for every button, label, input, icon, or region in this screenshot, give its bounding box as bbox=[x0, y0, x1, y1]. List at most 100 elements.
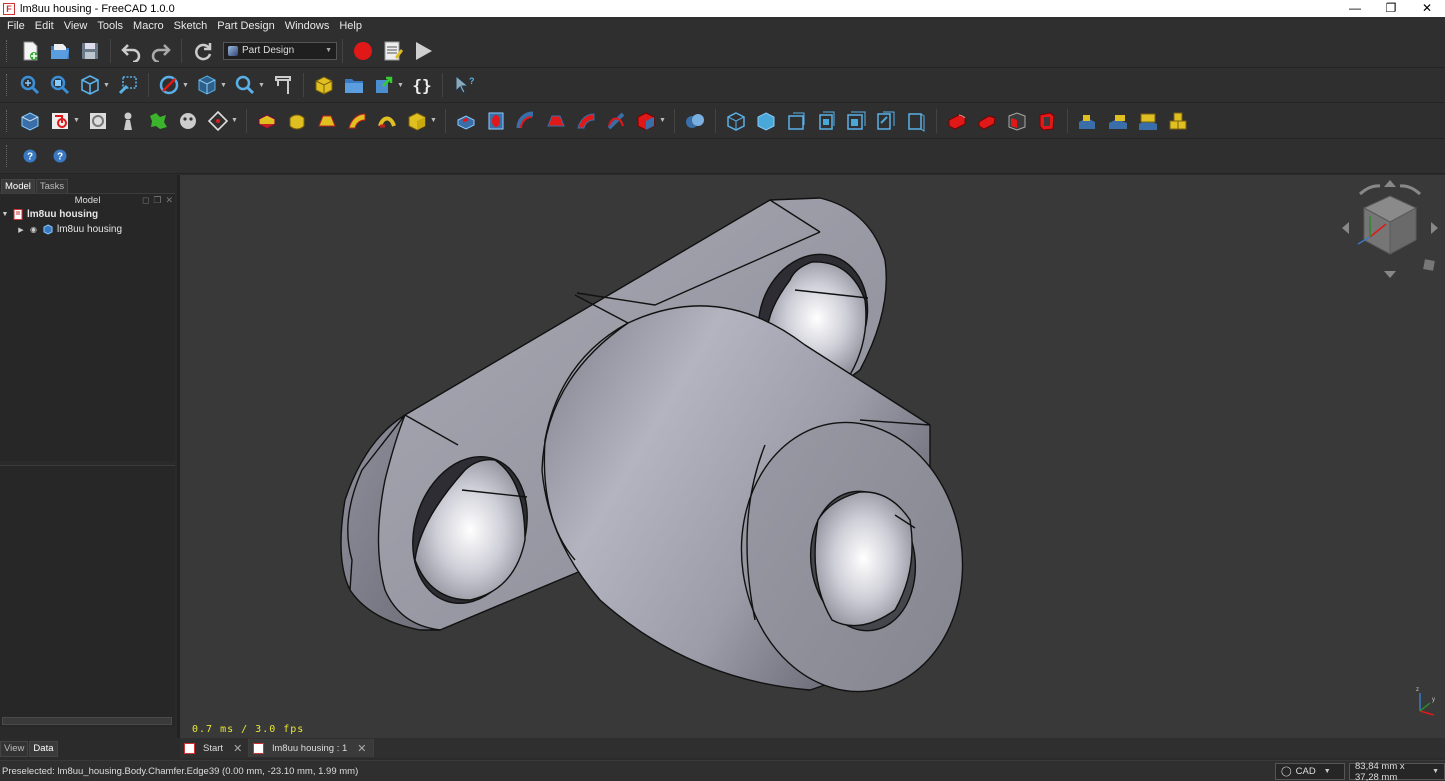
draft-button[interactable] bbox=[1004, 108, 1030, 134]
menu-tools[interactable]: Tools bbox=[92, 20, 128, 32]
zoom-button[interactable] bbox=[232, 72, 258, 98]
std-view-button[interactable] bbox=[156, 72, 182, 98]
expression-button[interactable]: {} bbox=[409, 72, 435, 98]
measure-button[interactable] bbox=[270, 72, 296, 98]
subtractive-loft-button[interactable] bbox=[543, 108, 569, 134]
close-button[interactable]: ✕ bbox=[1409, 0, 1445, 17]
menu-help[interactable]: Help bbox=[334, 20, 367, 32]
view-cube-button[interactable] bbox=[194, 72, 220, 98]
arrow-left-icon[interactable] bbox=[1342, 222, 1349, 234]
navigation-cube[interactable] bbox=[1340, 180, 1440, 280]
menu-part-design[interactable]: Part Design bbox=[212, 20, 279, 32]
sprocket-button[interactable] bbox=[1075, 108, 1101, 134]
toolbar-grip[interactable] bbox=[6, 145, 9, 167]
scaled-button[interactable] bbox=[843, 108, 869, 134]
dock-close-icon[interactable]: ✕ bbox=[165, 195, 173, 206]
sub-shape-binder-button[interactable] bbox=[175, 108, 201, 134]
transform-button[interactable] bbox=[873, 108, 899, 134]
tab-data[interactable]: Data bbox=[29, 741, 58, 757]
chevron-down-icon[interactable]: ▼ bbox=[103, 82, 111, 89]
tab-model[interactable]: Model bbox=[1, 179, 35, 193]
menu-sketch[interactable]: Sketch bbox=[169, 20, 213, 32]
restore-button[interactable]: ❐ bbox=[1373, 0, 1409, 17]
save-document-button[interactable] bbox=[77, 38, 103, 64]
fit-all-button[interactable] bbox=[17, 72, 43, 98]
about-button[interactable]: ? bbox=[47, 143, 73, 169]
create-group-button[interactable] bbox=[341, 72, 367, 98]
chevron-down-icon[interactable]: ▼ bbox=[231, 117, 239, 124]
chevron-down-icon[interactable]: ▼ bbox=[73, 117, 81, 124]
subtractive-helix-button[interactable] bbox=[603, 108, 629, 134]
fit-selection-button[interactable] bbox=[47, 72, 73, 98]
additive-primitive-button[interactable] bbox=[404, 108, 430, 134]
datum-plane-button[interactable] bbox=[205, 108, 231, 134]
boolean-button[interactable] bbox=[682, 108, 708, 134]
arrow-up-icon[interactable] bbox=[1384, 180, 1396, 187]
chevron-down-icon[interactable]: ▼ bbox=[659, 117, 667, 124]
new-document-button[interactable] bbox=[17, 38, 43, 64]
close-icon[interactable]: ✕ bbox=[357, 742, 366, 755]
whats-this-button[interactable]: ? bbox=[450, 72, 476, 98]
doc-tab-housing[interactable]: lm8uu housing : 1 ✕ bbox=[249, 739, 374, 757]
linear-pattern-button[interactable] bbox=[753, 108, 779, 134]
pad-button[interactable] bbox=[254, 108, 280, 134]
shaft-wizard-button[interactable] bbox=[1135, 108, 1161, 134]
chevron-down-icon[interactable]: ▼ bbox=[258, 82, 266, 89]
tree-item-document[interactable]: ▼ lm8uu housing bbox=[0, 207, 175, 222]
polar-pattern-button[interactable] bbox=[783, 108, 809, 134]
model-render[interactable] bbox=[180, 175, 1445, 738]
macro-record-button[interactable] bbox=[350, 38, 376, 64]
mirrored-button[interactable] bbox=[723, 108, 749, 134]
rotate-left-icon[interactable] bbox=[1358, 184, 1381, 196]
menu-view[interactable]: View bbox=[59, 20, 93, 32]
tab-tasks[interactable]: Tasks bbox=[35, 179, 69, 193]
chevron-down-icon[interactable]: ▼ bbox=[220, 82, 228, 89]
menu-windows[interactable]: Windows bbox=[280, 20, 335, 32]
expanded-arrow-icon[interactable]: ▼ bbox=[0, 211, 10, 218]
menu-edit[interactable]: Edit bbox=[30, 20, 59, 32]
draw-style-button[interactable] bbox=[77, 72, 103, 98]
create-clone-button[interactable] bbox=[115, 108, 141, 134]
create-link-button[interactable] bbox=[371, 72, 397, 98]
toolbar-grip[interactable] bbox=[6, 39, 9, 62]
fillet-button[interactable] bbox=[944, 108, 970, 134]
menu-file[interactable]: File bbox=[2, 20, 30, 32]
additive-pipe-button[interactable] bbox=[344, 108, 370, 134]
pocket-button[interactable] bbox=[453, 108, 479, 134]
view-menu-icon[interactable] bbox=[1423, 259, 1435, 271]
undo-button[interactable] bbox=[118, 38, 144, 64]
create-part-button[interactable] bbox=[311, 72, 337, 98]
dimension-display[interactable]: 83,84 mm x 37,28 mm ▼ bbox=[1349, 761, 1445, 781]
hole-button[interactable] bbox=[483, 108, 509, 134]
toolbar-grip[interactable] bbox=[6, 109, 9, 132]
shape-binder-button[interactable] bbox=[145, 108, 171, 134]
box-zoom-button[interactable] bbox=[115, 72, 141, 98]
collapsed-arrow-icon[interactable]: ▶ bbox=[16, 226, 26, 234]
dock-float-icon[interactable]: ◻ bbox=[142, 195, 149, 206]
chevron-down-icon[interactable]: ▼ bbox=[182, 82, 190, 89]
toolbar-grip[interactable] bbox=[6, 74, 9, 96]
dock-restore-icon[interactable]: ❐ bbox=[153, 195, 161, 206]
groove-button[interactable] bbox=[513, 108, 539, 134]
help-button[interactable]: ? bbox=[17, 143, 43, 169]
chevron-down-icon[interactable]: ▼ bbox=[430, 117, 438, 124]
open-document-button[interactable] bbox=[47, 38, 73, 64]
refresh-button[interactable] bbox=[189, 38, 215, 64]
tab-view[interactable]: View bbox=[0, 741, 29, 757]
redo-button[interactable] bbox=[148, 38, 174, 64]
chevron-down-icon[interactable]: ▼ bbox=[397, 82, 405, 89]
horizontal-scrollbar[interactable] bbox=[2, 717, 172, 725]
workbench-selector[interactable]: Part Design ▼ bbox=[223, 41, 337, 60]
menu-macro[interactable]: Macro bbox=[128, 20, 169, 32]
3d-viewport[interactable]: 0.7 ms / 3.0 fps z y bbox=[180, 175, 1445, 738]
navigation-style-selector[interactable]: ◯ CAD ▼ bbox=[1275, 763, 1345, 780]
doc-tab-start[interactable]: Start ✕ bbox=[180, 739, 250, 757]
subtractive-primitive-button[interactable] bbox=[633, 108, 659, 134]
rotate-right-icon[interactable] bbox=[1399, 184, 1422, 196]
macro-edit-button[interactable] bbox=[380, 38, 406, 64]
additive-loft-button[interactable] bbox=[314, 108, 340, 134]
thickness-button[interactable] bbox=[1034, 108, 1060, 134]
subtractive-pipe-button[interactable] bbox=[573, 108, 599, 134]
macro-run-button[interactable] bbox=[410, 38, 436, 64]
create-body-button[interactable] bbox=[17, 108, 43, 134]
